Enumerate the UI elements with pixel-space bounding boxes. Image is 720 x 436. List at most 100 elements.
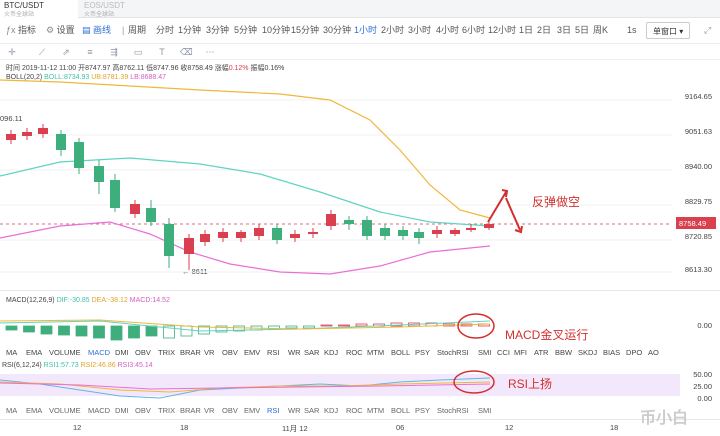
indicator-tab[interactable]: EMA xyxy=(26,348,42,357)
text-icon[interactable]: T xyxy=(156,47,168,57)
indicator-tab[interactable]: WR xyxy=(288,348,301,357)
indicator-tab-overlay[interactable]: DMI xyxy=(115,406,129,415)
candle-body xyxy=(326,214,336,226)
indicator-tab[interactable]: BOLL xyxy=(391,348,410,357)
period-option[interactable]: 12小时 xyxy=(488,25,516,35)
indicator-tab[interactable]: BBW xyxy=(555,348,572,357)
ray-line-icon[interactable]: ⇗ xyxy=(60,47,72,57)
macd-name: MACD(12,26,9) xyxy=(6,297,55,304)
period-option[interactable]: 2日 xyxy=(537,25,551,35)
indicator-tab-overlay[interactable]: TRIX xyxy=(158,406,175,415)
trend-line-icon[interactable]: ⟋ xyxy=(36,47,48,57)
indicator-tab[interactable]: RSI xyxy=(267,348,280,357)
settings-button[interactable]: ⚙ 设置 xyxy=(46,25,75,35)
indicator-tab[interactable]: CCI xyxy=(497,348,510,357)
indicator-tab-overlay[interactable]: SAR xyxy=(304,406,319,415)
indicator-tab[interactable]: DMI xyxy=(115,348,129,357)
period-option[interactable]: 周K xyxy=(593,25,608,35)
chart-icon: ƒx xyxy=(6,25,19,35)
indicator-button[interactable]: ƒx 指标 xyxy=(6,25,36,35)
indicator-tab[interactable]: VR xyxy=(204,348,214,357)
indicator-tab[interactable]: OBV xyxy=(222,348,238,357)
period-option[interactable]: 3小时 xyxy=(408,25,431,35)
indicator-tab-overlay[interactable]: MTM xyxy=(367,406,384,415)
period-option[interactable]: 10分钟 xyxy=(262,25,290,35)
indicator-tab-overlay[interactable]: PSY xyxy=(415,406,430,415)
indicator-tab[interactable]: SAR xyxy=(304,348,319,357)
indicator-tab[interactable]: BIAS xyxy=(603,348,620,357)
indicator-tab-overlay[interactable]: SMI xyxy=(478,406,491,415)
indicator-tab-overlay[interactable]: WR xyxy=(288,406,301,415)
macd-bar xyxy=(303,325,315,329)
more-icon[interactable]: ⋯ xyxy=(204,47,216,57)
indicator-tab[interactable]: KDJ xyxy=(324,348,338,357)
macd-bar xyxy=(110,325,123,341)
indicator-tab-overlay[interactable]: OBV xyxy=(135,406,151,415)
indicator-tab[interactable]: BRAR xyxy=(180,348,201,357)
macd-bar xyxy=(5,325,18,331)
indicator-tab-overlay[interactable]: StochRSI xyxy=(437,406,469,415)
candle-body xyxy=(414,232,424,238)
indicator-tab[interactable]: AO xyxy=(648,348,659,357)
indicator-tab[interactable]: TRIX xyxy=(158,348,175,357)
date-tick: 12 xyxy=(73,423,82,432)
candle-body xyxy=(380,228,390,236)
tab-btc-usdt[interactable]: BTC/USDT 火币全球站 xyxy=(0,0,78,18)
indicator-tab[interactable]: MA xyxy=(6,348,17,357)
indicator-tab[interactable]: MACD xyxy=(88,348,110,357)
indicator-tab[interactable]: OBV xyxy=(135,348,151,357)
indicator-tab[interactable]: SMI xyxy=(478,348,491,357)
fibonacci-icon[interactable]: ⇶ xyxy=(108,47,120,57)
period-option[interactable]: 5日 xyxy=(575,25,589,35)
indicator-tab[interactable]: SKDJ xyxy=(578,348,597,357)
indicator-tab-overlay[interactable]: ROC xyxy=(346,406,363,415)
crosshair-icon[interactable]: ✛ xyxy=(6,47,18,57)
macd-tick: 0.00 xyxy=(697,321,712,330)
period-option[interactable]: 3日 xyxy=(557,25,571,35)
indicator-tab-overlay[interactable]: MACD xyxy=(88,406,110,415)
indicator-tab[interactable]: ROC xyxy=(346,348,363,357)
watermark-logo: 币小白 xyxy=(640,410,689,427)
period-option[interactable]: 1小时 xyxy=(354,25,377,35)
macd-bar xyxy=(128,325,140,339)
indicator-tab[interactable]: EMV xyxy=(244,348,260,357)
indicator-tab-overlay[interactable]: RSI xyxy=(267,406,280,415)
indicator-tab-overlay[interactable]: BOLL xyxy=(391,406,410,415)
indicator-tab[interactable]: VOLUME xyxy=(49,348,81,357)
indicator-tab[interactable]: PSY xyxy=(415,348,430,357)
indicator-tab-overlay[interactable]: EMV xyxy=(244,406,260,415)
drawing-button[interactable]: ▤ 画线 xyxy=(82,25,111,35)
interval-select[interactable]: 1s xyxy=(627,25,637,35)
clear-icon[interactable]: ⌫ xyxy=(180,47,193,57)
indicator-tab[interactable]: DPO xyxy=(626,348,642,357)
indicator-tab[interactable]: MFI xyxy=(514,348,527,357)
period-option[interactable]: 6小时 xyxy=(462,25,485,35)
indicator-tab-overlay[interactable]: KDJ xyxy=(324,406,338,415)
period-option[interactable]: 1分钟 xyxy=(178,25,201,35)
indicator-tab-overlay[interactable]: VR xyxy=(204,406,214,415)
chart-mode-select[interactable]: 单窗口 ▾ xyxy=(646,22,691,39)
period-option[interactable]: 1日 xyxy=(519,25,533,35)
period-option[interactable]: 分时 xyxy=(156,25,174,35)
tab-eos-usdt[interactable]: EOS/USDT 火币全球站 xyxy=(80,0,158,19)
rectangle-icon[interactable]: ▭ xyxy=(132,47,144,57)
period-option[interactable]: 15分钟 xyxy=(291,25,319,35)
fullscreen-icon[interactable]: ⤢ xyxy=(704,25,711,35)
indicator-tab[interactable]: StochRSI xyxy=(437,348,469,357)
indicator-label: 指标 xyxy=(18,25,37,35)
indicator-tab-overlay[interactable]: EMA xyxy=(26,406,42,415)
indicator-tab-overlay[interactable]: VOLUME xyxy=(49,406,81,415)
indicator-tab-overlay[interactable]: OBV xyxy=(222,406,238,415)
indicator-tab-overlay[interactable]: MA xyxy=(6,406,17,415)
period-option[interactable]: 4小时 xyxy=(436,25,459,35)
candlestick-chart[interactable] xyxy=(0,60,720,290)
parallel-lines-icon[interactable]: ≡ xyxy=(84,47,96,57)
indicator-tab[interactable]: ATR xyxy=(534,348,548,357)
period-option[interactable]: 2小时 xyxy=(381,25,404,35)
indicator-tab-overlay[interactable]: BRAR xyxy=(180,406,201,415)
period-option[interactable]: 5分钟 xyxy=(234,25,257,35)
period-option[interactable]: 3分钟 xyxy=(206,25,229,35)
indicator-tab[interactable]: MTM xyxy=(367,348,384,357)
period-option[interactable]: 30分钟 xyxy=(323,25,351,35)
candle-body xyxy=(94,166,104,182)
